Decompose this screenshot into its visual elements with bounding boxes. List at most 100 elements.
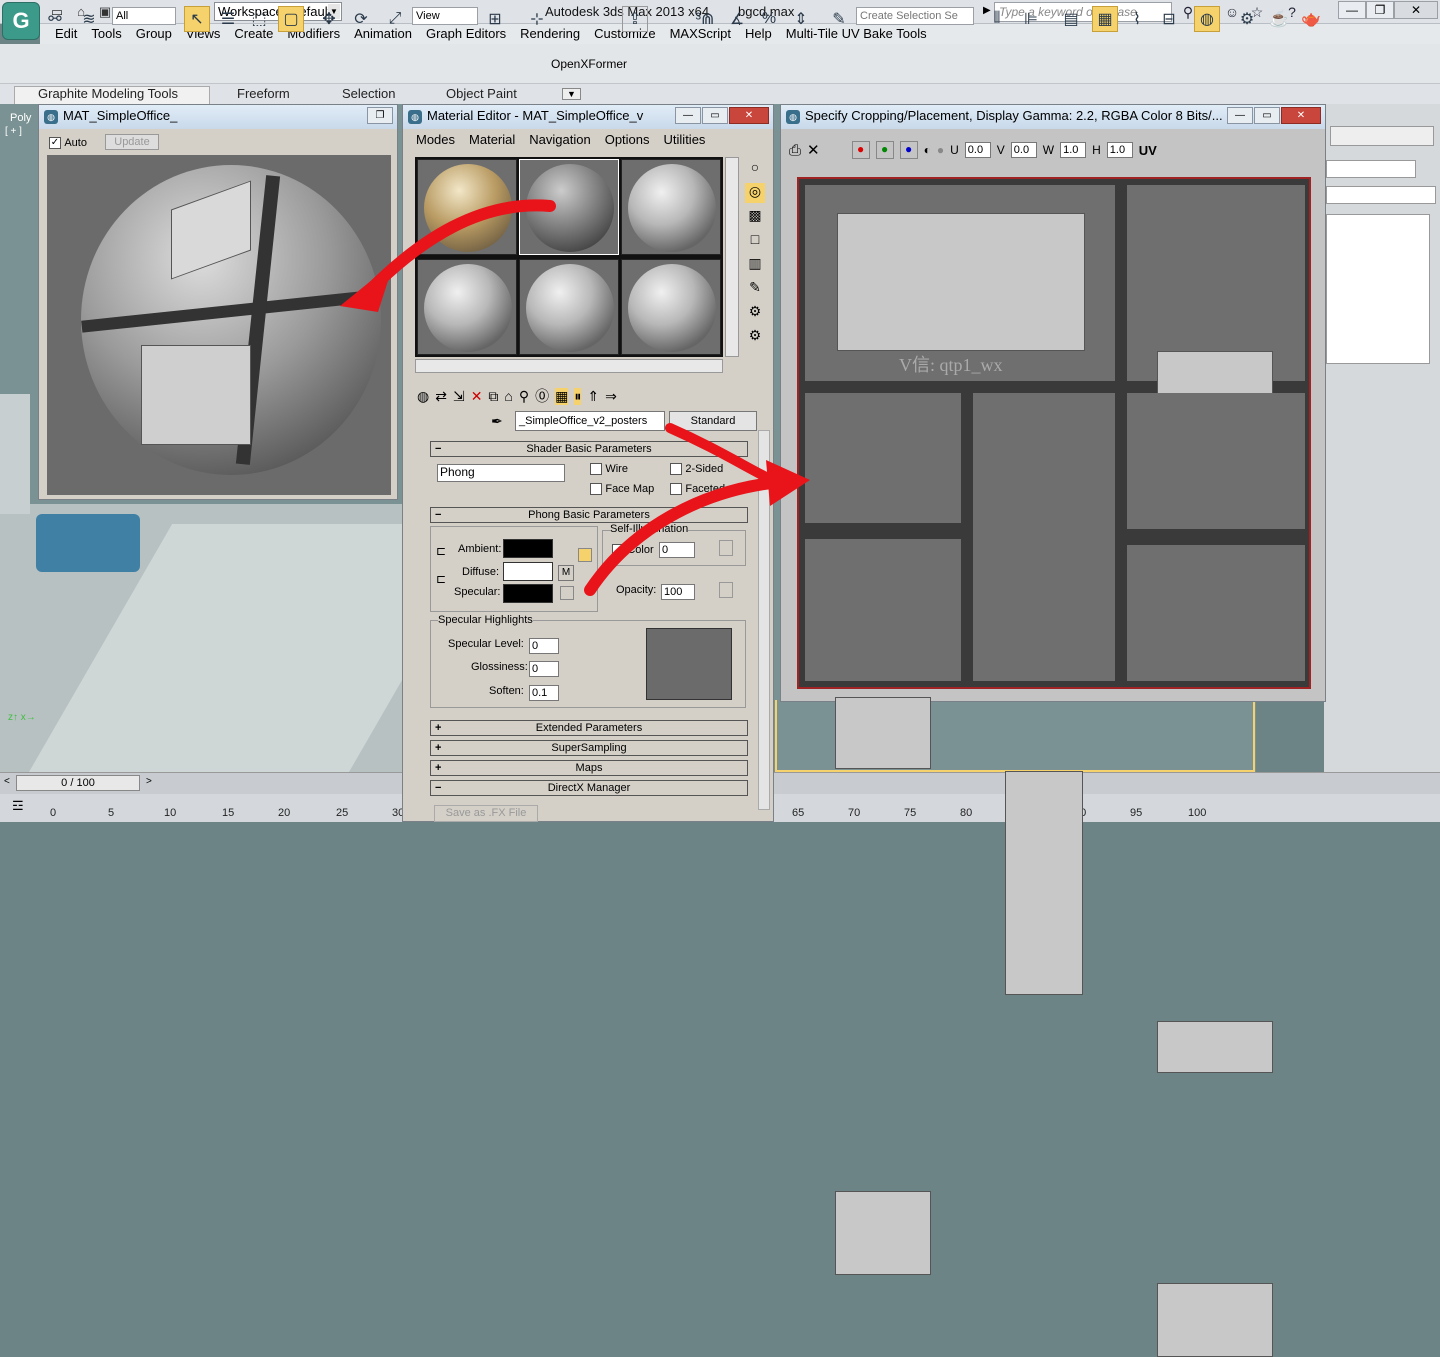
background-icon[interactable]: ▩ <box>745 207 765 227</box>
menu-options[interactable]: Options <box>598 130 657 150</box>
red-channel-icon[interactable]: ● <box>851 141 870 159</box>
menu-utilities[interactable]: Utilities <box>657 130 713 150</box>
angle-snap-icon[interactable]: ∡ <box>724 6 750 32</box>
render-frame-icon[interactable]: ☕ <box>1266 6 1292 32</box>
unlink-icon[interactable]: ⚯ <box>42 6 68 32</box>
update-button[interactable]: Update <box>105 134 159 150</box>
bind-spacewarp-icon[interactable]: ≋ <box>76 6 102 32</box>
specular-swatch[interactable] <box>503 584 553 603</box>
tab-graphite-label[interactable]: Graphite Modeling Tools <box>38 84 178 104</box>
tab-object-paint[interactable]: Object Paint <box>446 84 517 104</box>
snap-3d-icon[interactable]: ³⋒ <box>692 6 718 32</box>
rect-selection-icon[interactable]: ⬚ <box>246 6 272 32</box>
lock-ambient-icon[interactable]: ⊏ <box>436 544 446 558</box>
move-icon[interactable]: ✥ <box>316 6 342 32</box>
minimize-button[interactable]: — <box>1227 107 1253 124</box>
close-button[interactable]: ✕ <box>1394 1 1438 19</box>
copy-material-icon[interactable]: ⧉ <box>488 388 498 405</box>
restore-button[interactable]: ❐ <box>1366 1 1394 19</box>
minimize-button[interactable]: — <box>675 107 701 124</box>
sample-uv-tiling-icon[interactable]: □ <box>745 231 765 251</box>
w-field[interactable]: 1.0 <box>1060 142 1087 158</box>
render-setup-icon[interactable]: ⚙ <box>1234 6 1260 32</box>
backlight-icon[interactable]: ◎ <box>745 183 765 203</box>
upload-icon[interactable]: ⇪ <box>622 6 648 32</box>
glossiness-value[interactable]: 0 <box>529 661 559 677</box>
put-library-icon[interactable]: ⚲ <box>519 388 529 405</box>
blue-channel-icon[interactable]: ● <box>899 141 918 159</box>
shader-dropdown[interactable]: Phong <box>437 464 565 482</box>
material-editor-titlebar[interactable]: ◍ Material Editor - MAT_SimpleOffice_v —… <box>403 105 773 129</box>
effects-channel-icon[interactable]: ⓪ <box>535 386 549 406</box>
curve-editor-icon[interactable]: ⌇ <box>1124 6 1150 32</box>
track-bar-icon[interactable]: ☲ <box>12 798 24 814</box>
ambient-swatch[interactable] <box>503 539 553 558</box>
put-to-scene-icon[interactable]: ⇄ <box>435 388 447 405</box>
print-icon[interactable]: ⎙ <box>789 142 801 159</box>
sample-slots-scrollbar[interactable] <box>725 157 739 357</box>
auto-checkbox[interactable]: ✓ Auto <box>49 135 87 149</box>
menu-material[interactable]: Material <box>462 130 522 150</box>
sample-slots-hscroll[interactable] <box>415 359 723 373</box>
rollup-maps[interactable]: + Maps <box>430 760 748 776</box>
lock-diffuse-icon[interactable]: ⊏ <box>436 572 446 586</box>
assign-material-icon[interactable]: ⇲ <box>453 388 465 405</box>
next-frame-icon[interactable]: > <box>146 776 152 787</box>
close-button[interactable]: ✕ <box>729 107 769 124</box>
v-field[interactable]: 0.0 <box>1010 142 1037 158</box>
save-fx-button[interactable]: Save as .FX File <box>434 805 538 822</box>
sample-slot[interactable] <box>621 159 721 255</box>
ref-coord-dropdown[interactable]: View <box>412 7 478 25</box>
clear-icon[interactable]: ✕ <box>807 141 820 159</box>
green-channel-icon[interactable]: ● <box>875 141 894 159</box>
graphite-toggle-icon[interactable]: ▦ <box>1092 6 1118 32</box>
ribbon-options-icon[interactable]: ▼ <box>562 88 581 100</box>
video-color-check-icon[interactable]: ▥ <box>745 255 765 275</box>
select-by-material-icon[interactable]: ⚙ <box>745 327 765 347</box>
render-production-icon[interactable]: 🫖 <box>1298 6 1324 32</box>
eyedropper-icon[interactable]: ✒ <box>491 413 503 430</box>
diffuse-swatch[interactable] <box>503 562 553 581</box>
sample-type-icon[interactable]: ○ <box>745 159 765 179</box>
modifier-list-dropdown[interactable] <box>1326 186 1436 204</box>
make-preview-icon[interactable]: ✎ <box>745 279 765 299</box>
edit-named-sel-icon[interactable]: ✎ <box>826 6 852 32</box>
show-end-result-icon[interactable]: ⏸ <box>574 387 582 405</box>
named-selection-input[interactable]: Create Selection Se <box>856 7 974 25</box>
schematic-view-icon[interactable]: ⊟ <box>1156 6 1182 32</box>
tab-freeform[interactable]: Freeform <box>237 84 290 104</box>
modifier-stack[interactable] <box>1326 214 1430 364</box>
close-button[interactable]: ✕ <box>1281 107 1321 124</box>
layer-manager-icon[interactable]: ▤ <box>1058 6 1084 32</box>
cropping-titlebar[interactable]: ◍ Specify Cropping/Placement, Display Ga… <box>781 105 1325 129</box>
spinner-snap-icon[interactable]: ⇕ <box>788 6 814 32</box>
mono-icon[interactable]: ● <box>937 143 944 157</box>
cropping-window[interactable]: ◍ Specify Cropping/Placement, Display Ga… <box>780 104 1326 1357</box>
uv-toggle[interactable]: UV <box>1139 143 1157 158</box>
texture-canvas[interactable]: V信: qtp1_wx <box>797 177 1311 1357</box>
align-icon[interactable]: ⊫ <box>1018 6 1044 32</box>
menu-navigation[interactable]: Navigation <box>522 130 597 150</box>
get-material-icon[interactable]: ◍ <box>417 388 429 405</box>
rotate-icon[interactable]: ⟳ <box>348 6 374 32</box>
time-slider[interactable]: 0 / 100 <box>16 775 140 791</box>
go-sibling-icon[interactable]: ⇒ <box>605 388 617 405</box>
select-object-icon[interactable]: ↖ <box>184 6 210 32</box>
rollup-directx[interactable]: − DirectX Manager <box>430 780 748 796</box>
panel-tabs[interactable] <box>1330 126 1434 146</box>
selection-filter-dropdown[interactable]: All <box>112 7 176 25</box>
restore-button[interactable]: ❐ <box>367 107 393 124</box>
percent-snap-icon[interactable]: % <box>756 6 782 32</box>
viewport-label[interactable]: Poly <box>10 112 31 124</box>
material-editor-icon[interactable]: ◍ <box>1194 6 1220 32</box>
app-logo-icon[interactable]: G <box>2 2 40 40</box>
rollup-extended[interactable]: + Extended Parameters <box>430 720 748 736</box>
maximize-button[interactable]: ▭ <box>702 107 728 124</box>
spec-level-value[interactable]: 0 <box>529 638 559 654</box>
select-by-name-icon[interactable]: ☰ <box>215 6 241 32</box>
alpha-channel-icon[interactable]: ◐ <box>924 143 931 157</box>
sample-slot[interactable] <box>621 259 721 355</box>
reset-icon[interactable]: ✕ <box>471 388 483 405</box>
menu-group[interactable]: Group <box>129 24 179 44</box>
h-field[interactable]: 1.0 <box>1106 142 1133 158</box>
